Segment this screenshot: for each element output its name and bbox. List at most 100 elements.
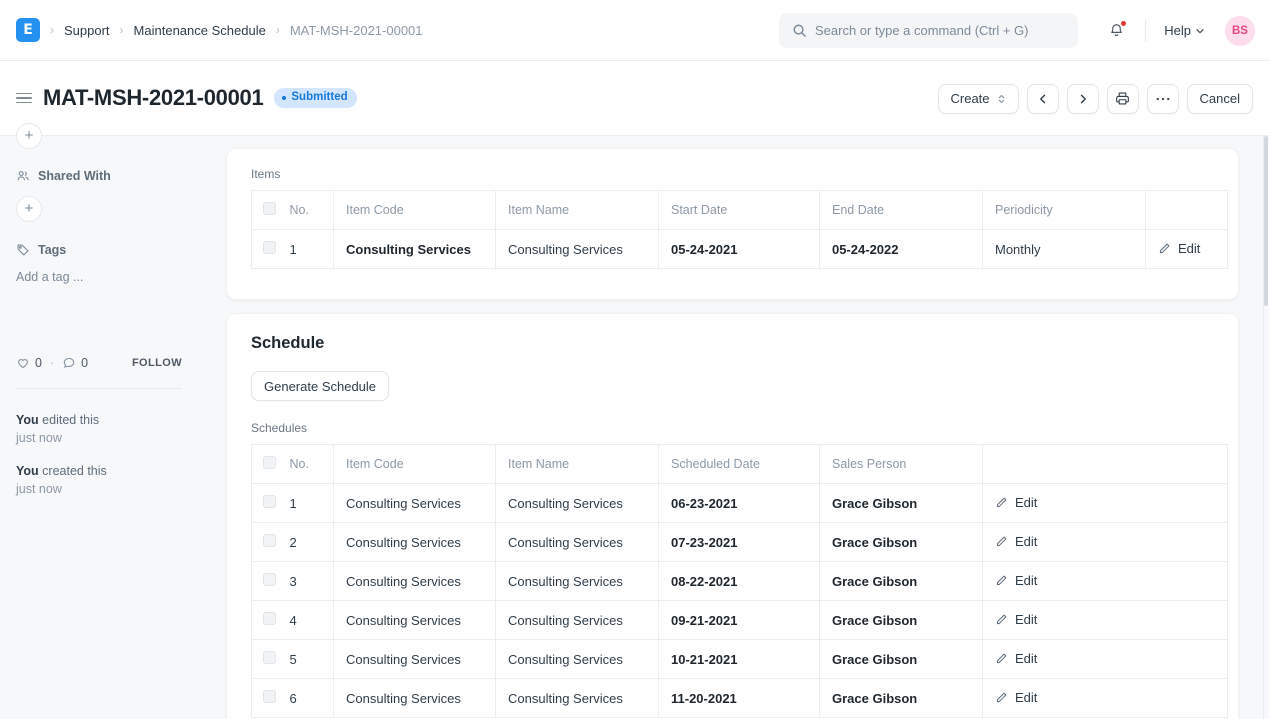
pencil-icon — [1158, 242, 1171, 255]
items-cell-end-date[interactable]: 05-24-2022 — [820, 230, 983, 269]
create-button[interactable]: Create — [938, 84, 1019, 114]
follow-button[interactable]: FOLLOW — [132, 357, 182, 369]
edit-row-button[interactable]: Edit — [995, 690, 1037, 705]
edit-row-button[interactable]: Edit — [995, 573, 1037, 588]
breadcrumb-item-support[interactable]: Support — [54, 23, 120, 38]
items-cell-periodicity[interactable]: Monthly — [983, 230, 1146, 269]
generate-schedule-button[interactable]: Generate Schedule — [251, 371, 389, 401]
schedules-cell-scheduled-date[interactable]: 09-21-2021 — [659, 601, 820, 640]
schedules-cell-item-name[interactable]: Consulting Services — [496, 562, 659, 601]
notifications-button[interactable] — [1099, 14, 1133, 48]
activity-actor: You — [16, 413, 39, 427]
table-row[interactable]: 2 Consulting Services Consulting Service… — [252, 523, 1228, 562]
items-col-item-code: Item Code — [334, 191, 496, 230]
row-checkbox[interactable] — [263, 612, 276, 625]
navbar-left: E › Support › Maintenance Schedule › MAT… — [0, 18, 433, 42]
schedules-table: No. Item Code Item Name Scheduled Date S… — [251, 444, 1228, 718]
schedules-cell-sales-person[interactable]: Grace Gibson — [820, 601, 983, 640]
shared-with-label: Shared With — [38, 169, 111, 183]
schedules-cell-item-code[interactable]: Consulting Services — [334, 601, 496, 640]
schedules-cell-scheduled-date[interactable]: 06-23-2021 — [659, 484, 820, 523]
activity-time: just now — [16, 429, 196, 447]
schedules-row-select-cell — [252, 601, 284, 640]
items-cell-item-code[interactable]: Consulting Services — [334, 230, 496, 269]
table-row[interactable]: 3 Consulting Services Consulting Service… — [252, 562, 1228, 601]
social-separator: · — [50, 356, 54, 370]
schedules-cell-item-code[interactable]: Consulting Services — [334, 562, 496, 601]
page-title: MAT-MSH-2021-00001 — [43, 85, 263, 111]
activity-text: You created this — [16, 462, 196, 480]
table-row[interactable]: 1 Consulting Services Consulting Service… — [252, 484, 1228, 523]
schedules-cell-item-code[interactable]: Consulting Services — [334, 484, 496, 523]
select-all-checkbox[interactable] — [263, 202, 276, 215]
schedules-cell-actions: Edit — [983, 523, 1228, 562]
row-checkbox[interactable] — [263, 241, 276, 254]
table-row[interactable]: 1 Consulting Services Consulting Service… — [252, 230, 1228, 269]
schedules-cell-sales-person[interactable]: Grace Gibson — [820, 484, 983, 523]
schedules-cell-item-name[interactable]: Consulting Services — [496, 601, 659, 640]
schedules-cell-scheduled-date[interactable]: 11-20-2021 — [659, 679, 820, 718]
row-checkbox[interactable] — [263, 573, 276, 586]
schedules-cell-scheduled-date[interactable]: 10-21-2021 — [659, 640, 820, 679]
schedules-col-no: No. — [284, 445, 334, 484]
schedules-cell-sales-person[interactable]: Grace Gibson — [820, 679, 983, 718]
schedules-cell-sales-person[interactable]: Grace Gibson — [820, 562, 983, 601]
help-menu[interactable]: Help — [1158, 19, 1211, 42]
schedules-col-actions — [983, 445, 1228, 484]
schedules-cell-scheduled-date[interactable]: 08-22-2021 — [659, 562, 820, 601]
main-content: Items No. Item Code Item Name Start Date — [198, 136, 1269, 719]
edit-row-button[interactable]: Edit — [995, 495, 1037, 510]
row-checkbox[interactable] — [263, 534, 276, 547]
schedules-cell-sales-person[interactable]: Grace Gibson — [820, 523, 983, 562]
schedules-row-select-cell — [252, 679, 284, 718]
edit-row-button[interactable]: Edit — [995, 612, 1037, 627]
comment-button[interactable]: 0 — [62, 356, 88, 370]
print-button[interactable] — [1107, 84, 1139, 114]
edit-row-button[interactable]: Edit — [1158, 241, 1200, 256]
next-document-button[interactable] — [1067, 84, 1099, 114]
previous-document-button[interactable] — [1027, 84, 1059, 114]
page-scrollbar-thumb[interactable] — [1264, 136, 1268, 306]
schedules-select-all-cell — [252, 445, 284, 484]
schedules-cell-item-name[interactable]: Consulting Services — [496, 679, 659, 718]
select-all-checkbox[interactable] — [263, 456, 276, 469]
schedules-cell-actions: Edit — [983, 640, 1228, 679]
share-add-button[interactable]: + — [16, 196, 42, 222]
activity-text: You edited this — [16, 411, 196, 429]
hamburger-icon[interactable] — [16, 93, 32, 104]
row-checkbox[interactable] — [263, 651, 276, 664]
edit-row-button[interactable]: Edit — [995, 534, 1037, 549]
items-cell-actions: Edit — [1146, 230, 1228, 269]
schedules-cell-item-name[interactable]: Consulting Services — [496, 484, 659, 523]
table-row[interactable]: 4 Consulting Services Consulting Service… — [252, 601, 1228, 640]
page-scrollbar[interactable] — [1263, 136, 1269, 719]
schedules-table-header-row: No. Item Code Item Name Scheduled Date S… — [252, 445, 1228, 484]
notification-unread-dot — [1121, 21, 1126, 26]
global-search[interactable] — [779, 13, 1078, 48]
schedules-grid-label: Schedules — [251, 421, 1214, 435]
schedules-cell-item-name[interactable]: Consulting Services — [496, 640, 659, 679]
items-cell-item-name[interactable]: Consulting Services — [496, 230, 659, 269]
avatar[interactable]: BS — [1225, 16, 1255, 46]
cancel-button[interactable]: Cancel — [1187, 84, 1253, 114]
schedules-cell-item-code[interactable]: Consulting Services — [334, 640, 496, 679]
schedules-cell-sales-person[interactable]: Grace Gibson — [820, 640, 983, 679]
table-row[interactable]: 6 Consulting Services Consulting Service… — [252, 679, 1228, 718]
more-options-button[interactable] — [1147, 84, 1179, 114]
row-checkbox[interactable] — [263, 495, 276, 508]
search-input[interactable] — [815, 23, 1065, 38]
app-logo[interactable]: E — [16, 18, 40, 42]
schedules-cell-item-code[interactable]: Consulting Services — [334, 523, 496, 562]
schedules-cell-item-name[interactable]: Consulting Services — [496, 523, 659, 562]
schedules-cell-no: 3 — [284, 562, 334, 601]
row-checkbox[interactable] — [263, 690, 276, 703]
like-button[interactable]: 0 — [16, 356, 42, 370]
schedules-cell-item-code[interactable]: Consulting Services — [334, 679, 496, 718]
table-row[interactable]: 5 Consulting Services Consulting Service… — [252, 640, 1228, 679]
items-cell-start-date[interactable]: 05-24-2021 — [659, 230, 820, 269]
breadcrumb-item-maintenance-schedule[interactable]: Maintenance Schedule — [124, 23, 276, 38]
edit-row-button[interactable]: Edit — [995, 651, 1037, 666]
add-tag-input[interactable]: Add a tag ... — [16, 270, 83, 284]
schedules-cell-scheduled-date[interactable]: 07-23-2021 — [659, 523, 820, 562]
assign-add-button[interactable]: + — [16, 123, 42, 149]
